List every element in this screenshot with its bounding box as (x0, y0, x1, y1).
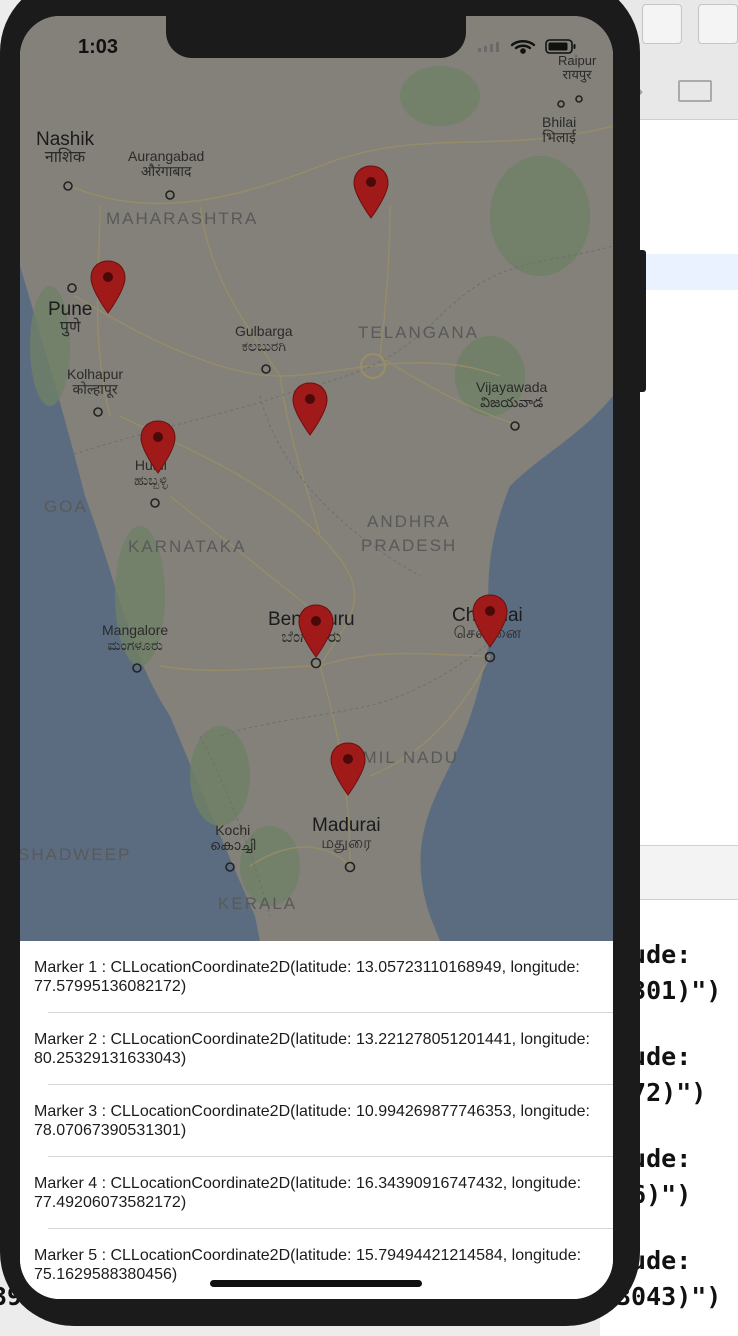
map-marker-pin[interactable] (472, 594, 508, 648)
city-local-label: भिलाई (542, 128, 576, 145)
map-view[interactable]: MAHARASHTRA TELANGANA GOA KARNATAKA ANDH… (20, 16, 613, 941)
city-local-label: കൊച്ചി (210, 836, 256, 853)
marker-coordinate-text: Marker 5 : CLLocationCoordinate2D(latitu… (34, 1247, 582, 1284)
marker-coordinate-text: Marker 1 : CLLocationCoordinate2D(latitu… (34, 959, 580, 996)
home-indicator[interactable] (210, 1280, 422, 1287)
notch (166, 16, 466, 58)
status-icons (478, 39, 576, 54)
marker-coordinate-text: Marker 2 : CLLocationCoordinate2D(latitu… (34, 1031, 590, 1068)
city-label: Kochi കൊച്ചി (210, 822, 256, 853)
city-label: Gulbarga ಕಲಬುರಗಿ (235, 323, 293, 354)
city-label: Nashik नाशिक (36, 129, 95, 166)
city-local-label: மதுரை (321, 834, 372, 852)
city-label: Aurangabad औरंगाबाद (128, 148, 205, 179)
state-label: PRADESH (361, 536, 458, 555)
map-marker-pin[interactable] (140, 420, 176, 474)
status-time: 1:03 (78, 36, 119, 58)
battery-icon (545, 39, 576, 54)
list-item[interactable]: Marker 1 : CLLocationCoordinate2D(latitu… (20, 941, 613, 1013)
inspector-icon[interactable] (678, 80, 712, 102)
city-label: Mangalore ಮಂಗಳೂರು (102, 622, 169, 653)
city-local-label: ಹುಬ್ಬಳ್ಳಿ (134, 471, 168, 488)
map-marker-pin[interactable] (90, 260, 126, 314)
list-item[interactable]: Marker 4 : CLLocationCoordinate2D(latitu… (20, 1157, 613, 1229)
status-bar: 1:03 (20, 16, 613, 76)
marker-coordinate-text: Marker 3 : CLLocationCoordinate2D(latitu… (34, 1103, 590, 1140)
city-local-label: कोल्हापूर (72, 380, 118, 397)
map-terrain (20, 16, 613, 941)
map-marker-pin[interactable] (292, 382, 328, 436)
city-label: Pune पुणे (48, 299, 93, 336)
state-label: KERALA (218, 894, 298, 913)
layout-toggle-button[interactable] (642, 4, 682, 44)
map-marker-pin[interactable] (330, 742, 366, 796)
console-line: 3043)") (616, 1282, 722, 1311)
city-local-label: औरंगाबाद (140, 162, 192, 179)
map-marker-pin[interactable] (298, 604, 334, 658)
city-label: Madurai மதுரை (312, 815, 381, 852)
panel-toggle-button[interactable] (698, 4, 738, 44)
state-label: KARNATAKA (128, 537, 247, 556)
state-label: TELANGANA (358, 323, 479, 342)
state-label: MAHARASHTRA (106, 209, 259, 228)
wifi-icon (510, 40, 536, 54)
city-label: Bhilai भिलाई (542, 114, 577, 145)
state-label: SHADWEEP (20, 845, 132, 864)
side-button (638, 250, 646, 392)
city-label: Kolhapur कोल्हापूर (67, 366, 124, 397)
list-item[interactable]: Marker 2 : CLLocationCoordinate2D(latitu… (20, 1013, 613, 1085)
state-label: ANDHRA (367, 512, 451, 531)
list-item[interactable]: Marker 5 : CLLocationCoordinate2D(latitu… (20, 1229, 613, 1299)
simulator-screen: MAHARASHTRA TELANGANA GOA KARNATAKA ANDH… (20, 16, 613, 1299)
city-local-label: पुणे (59, 318, 81, 336)
marker-list[interactable]: Marker 1 : CLLocationCoordinate2D(latitu… (20, 941, 613, 1299)
marker-coordinate-text: Marker 4 : CLLocationCoordinate2D(latitu… (34, 1175, 582, 1212)
city-local-label: విజయవాడ (480, 393, 544, 410)
city-local-label: ಮಂಗಳೂರು (107, 636, 163, 653)
city-label: Vijayawada విజయవాడ (476, 379, 548, 410)
map-marker-pin[interactable] (353, 165, 389, 219)
state-label: GOA (44, 497, 88, 516)
city-local-label: ಕಲಬುರಗಿ (241, 337, 286, 354)
list-item[interactable]: Marker 3 : CLLocationCoordinate2D(latitu… (20, 1085, 613, 1157)
city-local-label: नाशिक (44, 148, 86, 166)
